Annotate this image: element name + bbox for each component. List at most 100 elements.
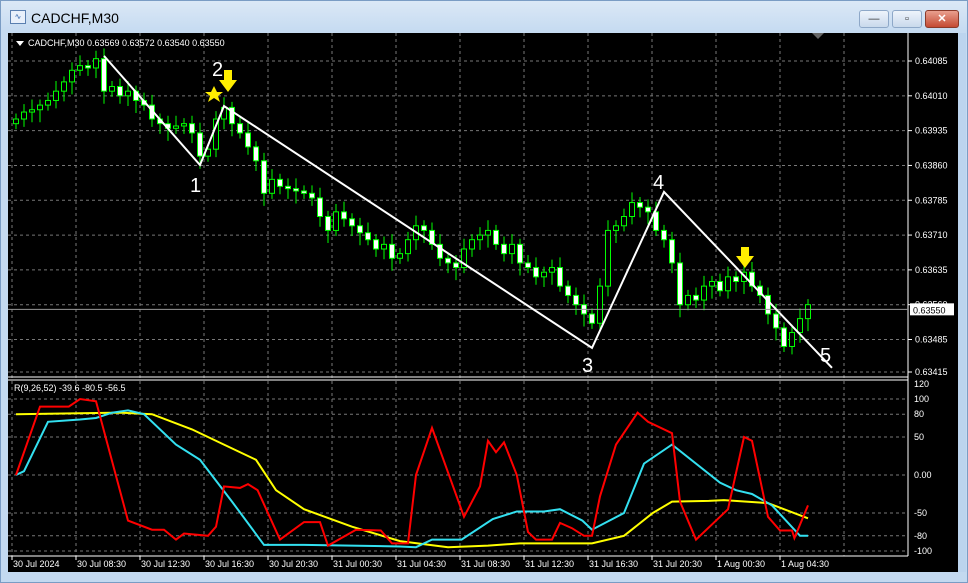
candle-body [501,243,507,255]
price-label: 0.64010 [915,91,948,101]
candle-body [237,123,243,134]
current-price-label: 0.63550 [913,305,946,315]
candle-body [93,58,99,69]
candle-body [349,218,355,227]
indicator-level-label: -50 [914,508,927,518]
candle-body [549,267,555,273]
candle-body [485,229,491,236]
price-label: 0.64085 [915,56,948,66]
candle-body [533,267,539,278]
candle-body [277,178,283,187]
candle-body [317,197,323,217]
candle-body [621,216,627,227]
candle-body [37,104,43,111]
candle-body [61,81,67,92]
candle-body [53,90,59,101]
candle-body [725,276,731,292]
candle-body [109,86,115,92]
candle-body [21,111,27,120]
time-label: 30 Jul 2024 [13,559,60,569]
price-label: 0.63635 [915,265,948,275]
candle-body [181,123,187,127]
indicator-level-label: 80 [914,409,924,419]
candle-body [117,86,123,97]
scrollbar[interactable] [958,33,966,572]
candle[interactable] [605,220,611,297]
indicator-level-label: -80 [914,531,927,541]
price-label: 0.63935 [915,126,948,136]
price-label: 0.63415 [915,367,948,377]
time-label: 31 Jul 00:30 [333,559,382,569]
wave-label-1: 1 [190,175,201,197]
candle-body [245,132,251,148]
candle-body [565,285,571,296]
candle-body [253,146,259,162]
price-label: 0.63710 [915,230,948,240]
candle-body [381,243,387,250]
candle-body [69,69,75,83]
candle-body [77,65,83,71]
time-label: 30 Jul 12:30 [141,559,190,569]
time-label: 31 Jul 12:30 [525,559,574,569]
candle-body [597,285,603,324]
candle-body [733,276,739,282]
time-label: 31 Jul 20:30 [653,559,702,569]
candle-body [309,192,315,199]
wave-label-5: 5 [820,345,831,367]
candle-body [373,239,379,250]
candle[interactable] [597,278,603,332]
candle-body [573,294,579,306]
candle-body [397,253,403,259]
candle-body [541,271,547,278]
candle-body [477,234,483,241]
candle-body [365,232,371,241]
candle-body [685,294,691,306]
wave-label-2: 2 [212,59,223,81]
candle-body [301,190,307,194]
candle-body [589,313,595,324]
time-label: 1 Aug 04:30 [781,559,829,569]
candle-body [613,225,619,231]
candle-body [669,239,675,264]
time-label: 30 Jul 08:30 [77,559,126,569]
candle-body [341,211,347,220]
candle-body [29,109,35,113]
time-label: 31 Jul 16:30 [589,559,638,569]
candle-body [469,239,475,250]
wave-label-3: 3 [582,355,593,377]
candle-body [637,202,643,208]
candle-body [173,125,179,129]
candle-body [453,262,459,269]
time-label: 31 Jul 04:30 [397,559,446,569]
candle-body [261,160,267,194]
candle-body [445,257,451,264]
price-chart[interactable]: 0.64085 0.64010 0.63935 0.63860 0.63785 0.637… [0,0,968,583]
price-label: 0.63860 [915,160,948,170]
candle-body [525,262,531,269]
candle-body [789,332,795,347]
candle-body [509,243,515,255]
candle-body [717,280,723,292]
candle-body [269,178,275,194]
candle-body [781,327,787,347]
price-label: 0.63485 [915,335,948,345]
candle-body [493,229,499,245]
candle-body [677,262,683,306]
candle-body [805,304,811,320]
time-label: 30 Jul 20:30 [269,559,318,569]
indicator-level-label: -100 [914,546,932,556]
candle-body [661,229,667,241]
candle-body [405,239,411,255]
candle-body [45,99,51,106]
candle-body [101,58,107,92]
candle-body [325,216,331,231]
candle-body [797,318,803,334]
candle-body [197,132,203,157]
candle-body [701,285,707,301]
candle-body [333,211,339,231]
candle-body [421,225,427,231]
wave-label-4: 4 [653,172,664,194]
candle-body [293,188,299,192]
candle-body [13,118,19,125]
candle-body [189,123,195,134]
